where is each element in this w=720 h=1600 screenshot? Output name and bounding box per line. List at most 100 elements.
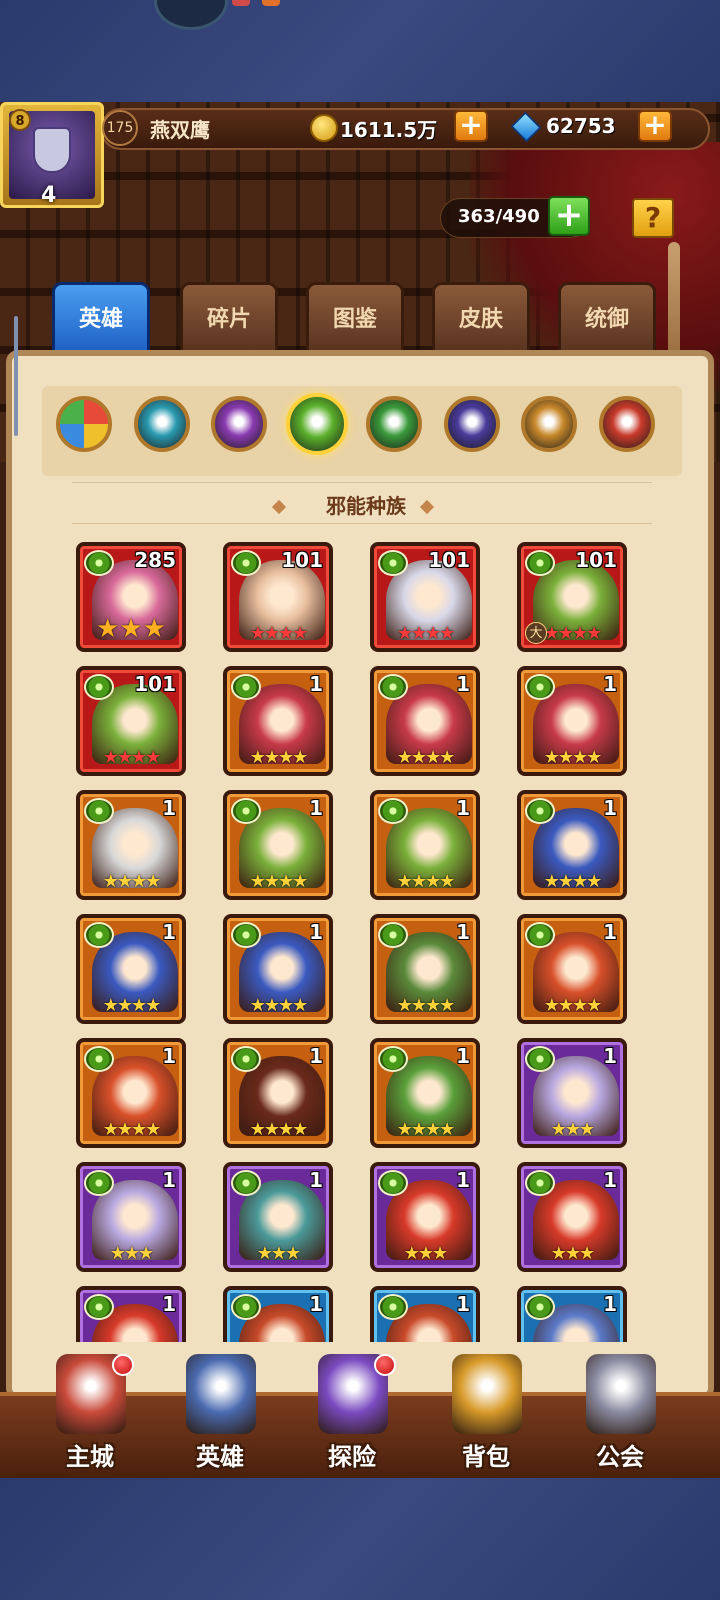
- hero-card[interactable]: 1 ★★★: [223, 1162, 333, 1272]
- nav-hero[interactable]: 英雄: [160, 1354, 280, 1478]
- hero-card[interactable]: 1 ★★★: [76, 1162, 186, 1272]
- hero-stars: ★★★★: [102, 747, 162, 768]
- dark-race-icon: [231, 1294, 261, 1320]
- hero-card[interactable]: 1 ★★★★: [223, 1038, 333, 1148]
- dark-race-icon: [378, 922, 408, 948]
- outer-frame-top: [0, 0, 720, 102]
- forest-race-icon[interactable]: [366, 396, 422, 452]
- nav-backpack[interactable]: 背包: [426, 1354, 546, 1478]
- expand-capacity-button[interactable]: +: [548, 196, 590, 236]
- hero-card[interactable]: 1 ★★★★: [517, 666, 627, 776]
- hero-card[interactable]: 1 ★★★★: [223, 914, 333, 1024]
- tab-2[interactable]: 碎片: [180, 282, 278, 354]
- hero-level: 1: [309, 1044, 323, 1068]
- dark-race-icon: [378, 550, 408, 576]
- hero-card[interactable]: 1 ★★★★: [517, 914, 627, 1024]
- hero-card[interactable]: 1: [223, 1286, 333, 1342]
- dark-race-icon: [84, 550, 114, 576]
- hero-card[interactable]: 1 ★★★★: [370, 914, 480, 1024]
- hero-stars: ★★★★: [249, 995, 309, 1016]
- abyss-race-icon[interactable]: [211, 396, 267, 452]
- hero-stars: ★★★★: [249, 747, 309, 768]
- hero-card[interactable]: 1 ★★★: [370, 1162, 480, 1272]
- hero-card[interactable]: 101 ★★★★: [370, 542, 480, 652]
- player-avatar[interactable]: 8 4: [0, 102, 104, 208]
- gold-amount: 1611.5万: [340, 118, 438, 142]
- hero-stars: ★★★★: [396, 871, 456, 892]
- hero-level: 101: [134, 672, 176, 696]
- race-title: 邪能种族: [326, 494, 406, 518]
- light-race-icon[interactable]: [521, 396, 577, 452]
- gold-coin-icon: [310, 114, 338, 142]
- hero-card[interactable]: 1: [370, 1286, 480, 1342]
- hero-stars: ★★★★: [102, 871, 162, 892]
- hero-card[interactable]: 1 ★★★★: [76, 914, 186, 1024]
- dark-race-icon: [525, 922, 555, 948]
- help-button[interactable]: ?: [632, 198, 674, 238]
- dark-race-icon: [231, 922, 261, 948]
- chaos-race-icon[interactable]: [598, 396, 655, 452]
- hero-stars: ★★★★: [249, 623, 309, 644]
- hero-card[interactable]: 1: [517, 1286, 627, 1342]
- hero-card[interactable]: 1 ★★★★: [517, 790, 627, 900]
- hero-level: 1: [309, 796, 323, 820]
- hero-card[interactable]: 1: [76, 1286, 186, 1342]
- status-bar: [0, 0, 720, 30]
- hero-card[interactable]: 1 ★★★★: [76, 1038, 186, 1148]
- add-gold-button[interactable]: +: [454, 110, 488, 142]
- hero-level: 1: [456, 1044, 470, 1068]
- hero-card[interactable]: 1 ★★★: [517, 1162, 627, 1272]
- backpack-icon: [452, 1354, 522, 1434]
- dark-race-icon: [378, 1170, 408, 1196]
- hero-level: 1: [603, 672, 617, 696]
- nav-castle[interactable]: 主城: [30, 1354, 150, 1478]
- status-app-icon: [154, 0, 228, 30]
- dark-race-icon: [231, 798, 261, 824]
- tab-4[interactable]: 皮肤: [432, 282, 530, 354]
- nav-label: 英雄: [196, 1443, 244, 1471]
- hero-level: 1: [603, 920, 617, 944]
- dark-race-icon: [84, 1294, 114, 1320]
- hero-card[interactable]: 1 ★★★★: [223, 666, 333, 776]
- tab-5[interactable]: 统御: [558, 282, 656, 354]
- add-gems-button[interactable]: +: [638, 110, 672, 142]
- hero-card[interactable]: 1 ★★★★: [370, 1038, 480, 1148]
- dark-race-icon: [84, 1170, 114, 1196]
- game-screen: 8 4 175 燕双鹰 1611.5万 + 62753 + 363/490 + …: [0, 102, 720, 1478]
- hero-card[interactable]: 101 ★★★★: [223, 542, 333, 652]
- hero-card[interactable]: 285 ★★★: [76, 542, 186, 652]
- nav-guild-tower[interactable]: 公会: [560, 1354, 680, 1478]
- hero-card[interactable]: 1 ★★★★: [370, 790, 480, 900]
- dark-race-icon: [231, 674, 261, 700]
- hero-level: 1: [456, 1292, 470, 1316]
- fortress-race-icon[interactable]: [133, 396, 190, 452]
- hero-capacity: 363/490: [458, 206, 540, 227]
- hero-card[interactable]: 1 ★★★★: [76, 790, 186, 900]
- hero-card[interactable]: 1 ★★★★: [370, 666, 480, 776]
- hero-level: 1: [309, 672, 323, 696]
- hero-stars: ★★★★: [396, 623, 456, 644]
- nav-label: 探险: [328, 1443, 376, 1471]
- hero-level: 101: [428, 548, 470, 572]
- hero-panel: 邪能种族 285 ★★★ 101 ★★★★ 101 ★★★★ 101 ★★★★ 大 101 ★★★★…: [6, 350, 714, 1400]
- hero-level: 1: [309, 1168, 323, 1192]
- hero-card[interactable]: 1 ★★★★: [223, 790, 333, 900]
- hero-card[interactable]: 101 ★★★★: [76, 666, 186, 776]
- dark-race-icon: [525, 1046, 555, 1072]
- nav-portal[interactable]: 探险: [292, 1354, 412, 1478]
- hero-level: 1: [456, 1168, 470, 1192]
- hero-level: 1: [603, 1044, 617, 1068]
- hero-stars: ★★★★: [543, 871, 603, 892]
- all-races-icon[interactable]: [56, 396, 112, 452]
- scrollbar[interactable]: [14, 316, 18, 436]
- hero-card[interactable]: 101 ★★★★ 大: [517, 542, 627, 652]
- hero-level: 1: [456, 796, 470, 820]
- tab-3[interactable]: 图鉴: [306, 282, 404, 354]
- hero-stars: ★★★★: [249, 1119, 309, 1140]
- hero-card[interactable]: 1 ★★★: [517, 1038, 627, 1148]
- shadow-race-icon[interactable]: [443, 396, 500, 452]
- dark-race-icon[interactable]: [285, 393, 348, 455]
- hero-stars: ★★★: [109, 1243, 154, 1264]
- player-level: 175: [102, 110, 138, 146]
- dark-race-icon: [84, 922, 114, 948]
